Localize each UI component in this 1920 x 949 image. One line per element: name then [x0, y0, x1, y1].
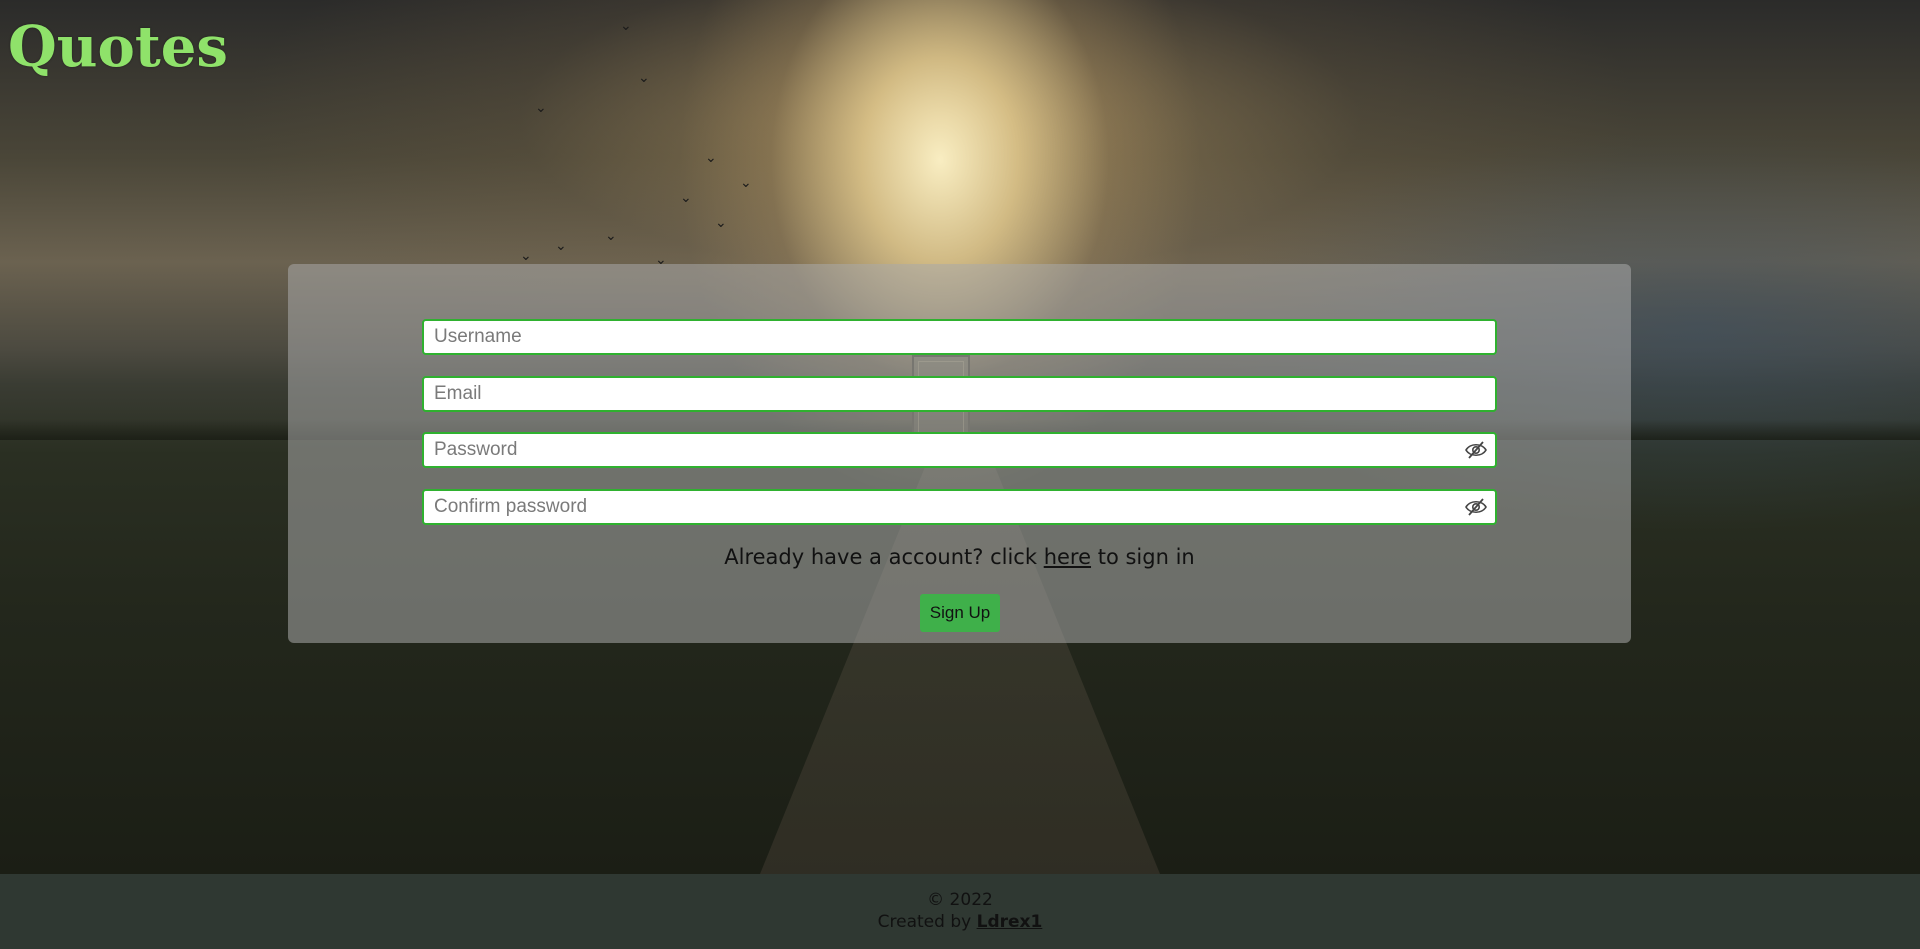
- signin-prompt: Already have a account? click here to si…: [288, 545, 1631, 569]
- signin-suffix: to sign in: [1097, 545, 1195, 569]
- eye-slash-icon[interactable]: [1465, 441, 1487, 459]
- bird: ⌄: [715, 214, 727, 230]
- bird: ⌄: [740, 174, 752, 190]
- author-link[interactable]: Ldrex1: [977, 912, 1043, 932]
- bird: ⌄: [638, 69, 650, 85]
- confirm-password-input[interactable]: [422, 489, 1497, 525]
- email-input[interactable]: [422, 376, 1497, 412]
- bird: ⌄: [520, 247, 532, 263]
- password-input[interactable]: [422, 432, 1497, 468]
- created-by-prefix: Created by: [877, 912, 972, 932]
- copyright: © 2022: [927, 890, 993, 910]
- confirm-password-field-wrapper: [422, 489, 1497, 525]
- footer: © 2022 Created by Ldrex1: [0, 874, 1920, 949]
- site-title: Quotes: [8, 14, 228, 80]
- password-field-wrapper: [422, 432, 1497, 468]
- bird: ⌄: [605, 227, 617, 243]
- eye-slash-icon[interactable]: [1465, 498, 1487, 516]
- bird: ⌄: [620, 17, 632, 33]
- signup-form: Already have a account? click here to si…: [288, 264, 1631, 643]
- username-field-wrapper: [422, 319, 1497, 355]
- signin-link[interactable]: here: [1044, 545, 1091, 569]
- bird: ⌄: [680, 189, 692, 205]
- email-field-wrapper: [422, 376, 1497, 412]
- username-input[interactable]: [422, 319, 1497, 355]
- created-by: Created by Ldrex1: [0, 912, 1920, 932]
- signup-button[interactable]: Sign Up: [920, 594, 1000, 632]
- bird: ⌄: [705, 149, 717, 165]
- bird: ⌄: [535, 99, 547, 115]
- page: ⌄ ⌄ ⌄ ⌄ ⌄ ⌄ ⌄ ⌄ ⌄ ⌄ ⌄ Quotes Username Em…: [0, 0, 1920, 949]
- signin-prefix: Already have a account? click: [724, 545, 1038, 569]
- bird: ⌄: [555, 237, 567, 253]
